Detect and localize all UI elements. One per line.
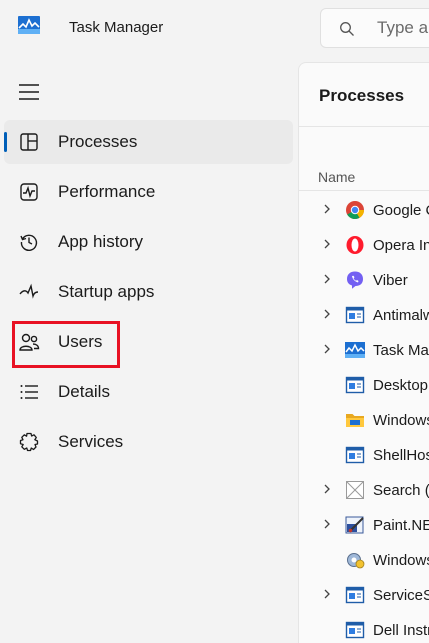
- chevron-right-icon[interactable]: [322, 203, 332, 215]
- process-name: Task Man: [373, 342, 429, 359]
- chevron-right-icon[interactable]: [322, 273, 332, 285]
- search-box[interactable]: [320, 8, 429, 48]
- chevron-right-icon[interactable]: [322, 518, 332, 530]
- sidebar-item-label: App history: [58, 232, 144, 251]
- process-name: Windows: [373, 552, 429, 569]
- sidebar-item-startup-apps[interactable]: Startup apps: [0, 269, 298, 319]
- sidebar-item-services[interactable]: Services: [0, 419, 298, 469]
- header-divider: [299, 126, 429, 127]
- chevron-right-icon[interactable]: [322, 343, 332, 355]
- sidebar-item-details[interactable]: Details: [0, 369, 298, 419]
- menu-toggle-icon[interactable]: [16, 80, 42, 104]
- process-name: ServiceS: [373, 587, 429, 604]
- window-app-icon: [345, 376, 365, 394]
- gear-app-icon: [347, 553, 365, 569]
- sidebar-item-label: Startup apps: [58, 282, 155, 301]
- process-row[interactable]: Desktop: [299, 368, 429, 403]
- services-icon: [19, 432, 39, 452]
- startup-apps-icon: [19, 283, 39, 299]
- search-icon: [340, 22, 354, 36]
- viber-icon: [347, 271, 363, 289]
- app-history-icon: [20, 234, 38, 251]
- paint-net-icon: [345, 516, 364, 534]
- process-row[interactable]: Task Man: [299, 333, 429, 368]
- process-row[interactable]: Paint.NE: [299, 508, 429, 543]
- chevron-right-icon[interactable]: [322, 238, 332, 250]
- sidebar-item-label: Performance: [58, 182, 156, 201]
- search-input[interactable]: [377, 17, 429, 39]
- process-row[interactable]: Google C: [299, 193, 429, 228]
- process-row[interactable]: Windows: [299, 543, 429, 578]
- app-title: Task Manager: [69, 19, 164, 36]
- performance-icon: [20, 183, 38, 201]
- folder-icon: [346, 414, 364, 427]
- process-name: Viber: [373, 272, 408, 289]
- process-row[interactable]: Windows: [299, 403, 429, 438]
- opera-icon: [346, 236, 364, 254]
- selection-indicator: [4, 132, 7, 152]
- window-app-icon: [345, 446, 365, 464]
- window-app-icon: [345, 586, 365, 604]
- processes-panel: Processes Name Google C Opera In: [298, 62, 429, 643]
- process-name: Dell Instr: [373, 622, 429, 639]
- process-list: Google C Opera In Viber: [299, 193, 429, 643]
- details-icon: [20, 385, 38, 399]
- task-manager-app-icon: [18, 16, 40, 34]
- window-app-icon: [345, 306, 365, 324]
- title-bar: Task Manager: [0, 0, 429, 56]
- column-divider: [299, 190, 429, 191]
- sidebar-item-app-history[interactable]: App history: [0, 219, 298, 269]
- process-name: Antimalw: [373, 307, 429, 324]
- process-row[interactable]: ServiceS: [299, 578, 429, 613]
- process-name: Search (: [373, 482, 429, 499]
- process-name: Windows: [373, 412, 429, 429]
- selected-item-background: [4, 120, 293, 164]
- process-row[interactable]: Antimalw: [299, 298, 429, 333]
- highlight-annotation: [12, 321, 120, 368]
- process-row[interactable]: Dell Instr: [299, 613, 429, 643]
- process-row[interactable]: Viber: [299, 263, 429, 298]
- chevron-right-icon[interactable]: [322, 588, 332, 600]
- process-row[interactable]: Opera In: [299, 228, 429, 263]
- chevron-right-icon[interactable]: [322, 308, 332, 320]
- column-header-name[interactable]: Name: [318, 169, 355, 185]
- process-name: Google C: [373, 202, 429, 219]
- window-app-icon: [345, 621, 365, 639]
- process-row[interactable]: Search (: [299, 473, 429, 508]
- sidebar-item-label: Processes: [58, 132, 138, 151]
- sidebar-item-label: Details: [58, 382, 110, 401]
- page-title: Processes: [319, 86, 405, 105]
- chrome-icon: [346, 201, 364, 220]
- process-name: Desktop: [373, 377, 429, 394]
- process-name: ShellHos: [373, 447, 429, 464]
- chevron-right-icon[interactable]: [322, 483, 332, 495]
- process-name: Paint.NE: [373, 517, 429, 534]
- process-name: Opera In: [373, 237, 429, 254]
- processes-icon: [20, 133, 38, 151]
- task-manager-icon: [345, 342, 365, 358]
- search-app-icon: [346, 481, 364, 499]
- sidebar-item-label: Services: [58, 432, 124, 451]
- sidebar-item-performance[interactable]: Performance: [0, 169, 298, 219]
- sidebar-item-processes[interactable]: Processes: [0, 119, 298, 169]
- process-row[interactable]: ShellHos: [299, 438, 429, 473]
- sidebar-nav: Processes Performance App history Startu…: [0, 119, 298, 469]
